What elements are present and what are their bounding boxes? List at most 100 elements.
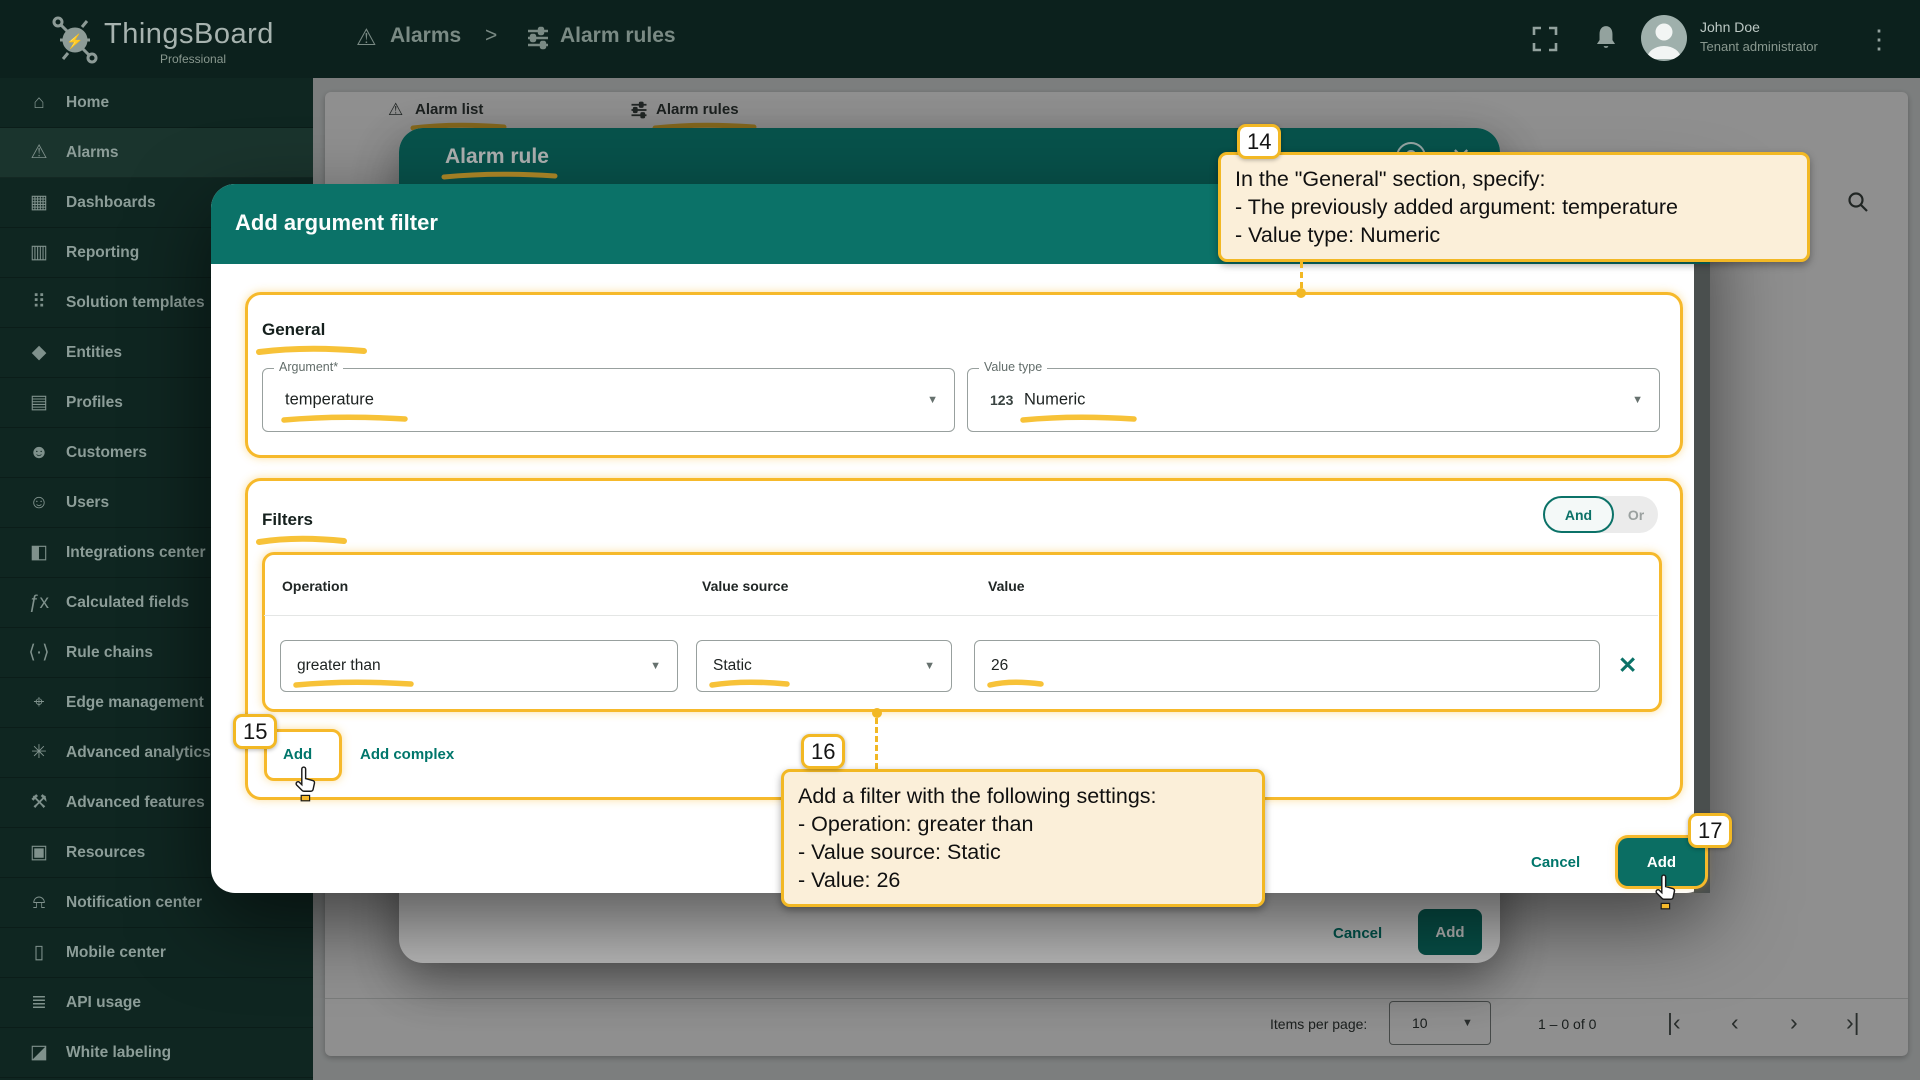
logo-title: ThingsBoard [104, 18, 274, 51]
notifications-bell-icon[interactable] [1593, 24, 1619, 52]
numeric-123-icon: 123 [990, 392, 1013, 408]
add-filter-button[interactable]: Add [283, 746, 312, 763]
thingsboard-logo-icon: ⚡ [48, 12, 100, 66]
advanced-features-icon: ⚒ [24, 791, 54, 814]
step-badge-14: 14 [1237, 124, 1281, 159]
breadcrumb-alarm-rules: Alarm rules [560, 24, 676, 48]
home-icon: ⌂ [24, 92, 54, 114]
logo-subtitle: Professional [160, 52, 226, 66]
integrations-center-icon: ◧ [24, 541, 54, 564]
callout16-line1: Add a filter with the following settings… [798, 782, 1248, 810]
value-column-header: Value [988, 578, 1025, 594]
screen: ⚡ ThingsBoard Professional ⚠ Alarms > Al… [0, 0, 1920, 1080]
step-badge-17: 17 [1688, 813, 1732, 848]
dashboards-icon: ▦ [24, 191, 54, 214]
sidebar-item-api-usage[interactable]: ≣ API usage [0, 978, 313, 1028]
value-type-swoosh [1020, 413, 1138, 424]
value-type-select[interactable]: Value type 123 Numeric ▼ [967, 368, 1660, 432]
user-name: John Doe [1700, 19, 1760, 35]
and-toggle-option[interactable]: And [1543, 496, 1614, 533]
argument-value-swoosh [281, 413, 409, 424]
sidebar-item-home[interactable]: ⌂ Home [0, 78, 313, 128]
sidebar-item-mobile-center[interactable]: ▯ Mobile center [0, 928, 313, 978]
callout16-connector-line [875, 718, 878, 769]
step-badge-16: 16 [801, 734, 845, 769]
calculated-fields-icon: ƒx [24, 592, 54, 614]
and-or-toggle: And Or [1543, 496, 1658, 533]
value-source-value: Static [713, 657, 752, 675]
chevron-down-icon: ▼ [924, 660, 935, 672]
operation-swoosh [293, 678, 415, 689]
rule-chains-icon: ⟨·⟩ [24, 641, 54, 664]
profiles-icon: ▤ [24, 391, 54, 414]
topbar: ⚡ ThingsBoard Professional ⚠ Alarms > Al… [0, 0, 1920, 78]
value-source-select[interactable]: Static ▼ [696, 640, 952, 692]
callout14-line3: - Value type: Numeric [1235, 221, 1793, 249]
sidebar-item-alarms[interactable]: ⚠ Alarms [0, 128, 313, 178]
callout16-line4: - Value: 26 [798, 866, 1248, 894]
alarms-breadcrumb-warning-icon: ⚠ [356, 24, 377, 51]
callout14-line1: In the "General" section, specify: [1235, 165, 1793, 193]
filter-table-divider [264, 615, 1658, 616]
cancel-button[interactable]: Cancel [1531, 854, 1580, 871]
hand-cursor-icon [291, 766, 321, 802]
callout-step-14: In the "General" section, specify: - The… [1218, 152, 1810, 262]
chevron-down-icon: ▼ [927, 394, 938, 406]
white-labeling-icon: ◪ [24, 1041, 54, 1064]
chevron-down-icon: ▼ [1632, 394, 1643, 406]
remove-filter-icon[interactable]: ✕ [1618, 652, 1637, 679]
kebab-menu-icon[interactable]: ⋮ [1866, 24, 1892, 55]
callout14-connector-dot [1296, 288, 1306, 298]
mobile-center-icon: ▯ [24, 941, 54, 964]
value-source-column-header: Value source [702, 578, 788, 594]
argument-label: Argument* [274, 360, 343, 374]
dialog-title: Add argument filter [235, 210, 438, 236]
avatar-person-icon [1641, 15, 1687, 61]
users-icon: ☺ [24, 492, 54, 514]
operation-select[interactable]: greater than ▼ [280, 640, 678, 692]
reporting-icon: ▥ [24, 241, 54, 264]
alarms-icon: ⚠ [24, 141, 54, 164]
customers-icon: ☻ [24, 442, 54, 464]
callout-step-16: Add a filter with the following settings… [781, 769, 1265, 907]
entities-icon: ◆ [24, 341, 54, 364]
callout16-line3: - Value source: Static [798, 838, 1248, 866]
breadcrumb-separator: > [485, 24, 497, 48]
breadcrumb-alarms[interactable]: Alarms [390, 24, 461, 48]
value-input[interactable]: 26 [974, 640, 1600, 692]
resources-icon: ▣ [24, 841, 54, 864]
operation-column-header: Operation [282, 578, 348, 594]
chevron-down-icon: ▼ [650, 660, 661, 672]
fullscreen-icon[interactable] [1532, 26, 1558, 52]
api-usage-icon: ≣ [24, 991, 54, 1014]
solution-templates-icon: ⠿ [24, 291, 54, 314]
argument-value: temperature [285, 391, 374, 410]
user-role: Tenant administrator [1700, 39, 1818, 54]
or-toggle-option[interactable]: Or [1614, 496, 1658, 533]
advanced-analytics-icon: ✳ [24, 741, 54, 764]
add-complex-filter-button[interactable]: Add complex [360, 746, 454, 763]
svg-text:⚡: ⚡ [66, 33, 83, 50]
avatar[interactable] [1641, 15, 1687, 61]
general-section-heading: General [262, 320, 325, 340]
value-type-value: Numeric [1024, 391, 1085, 410]
value-type-label: Value type [979, 360, 1047, 374]
value-swoosh [987, 678, 1045, 689]
value-source-swoosh [709, 678, 791, 689]
operation-value: greater than [297, 657, 381, 675]
callout16-connector-dot [872, 708, 882, 718]
argument-select[interactable]: Argument* temperature ▼ [262, 368, 955, 432]
hand-cursor-icon [1651, 874, 1681, 910]
callout16-line2: - Operation: greater than [798, 810, 1248, 838]
notification-center-icon: ⍾ [24, 892, 54, 914]
callout14-connector-line [1300, 262, 1303, 288]
tune-icon [526, 26, 550, 50]
edge-management-icon: ⌖ [24, 692, 54, 714]
step-badge-15: 15 [233, 714, 277, 749]
value-input-value: 26 [991, 657, 1008, 675]
add-argument-filter-dialog: Add argument filter General Argument* te… [211, 184, 1710, 893]
callout14-line2: - The previously added argument: tempera… [1235, 193, 1793, 221]
dialog-scrollbar[interactable] [1694, 264, 1710, 893]
sidebar-item-white-labeling[interactable]: ◪ White labeling [0, 1028, 313, 1078]
filters-section-heading: Filters [262, 510, 313, 530]
